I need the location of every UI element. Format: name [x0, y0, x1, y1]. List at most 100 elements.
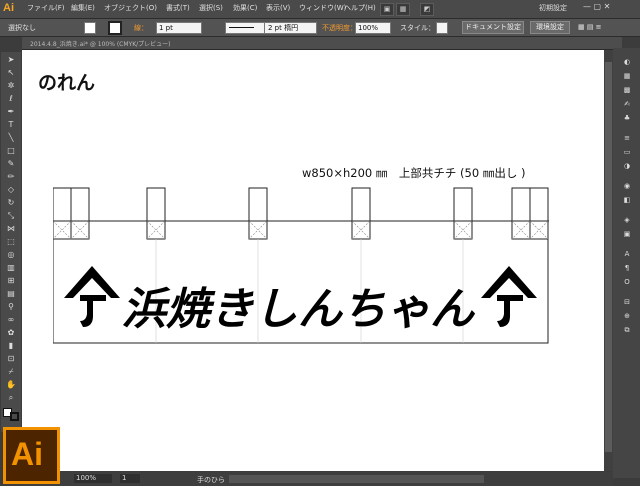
slice-tool-icon[interactable]: ⌿	[3, 366, 19, 378]
appearance-panel-icon[interactable]: ◉	[622, 182, 632, 190]
document-setup-button[interactable]: ドキュメント設定	[462, 21, 524, 34]
graphic-style-swatch[interactable]	[436, 22, 448, 34]
direct-selection-tool-icon[interactable]: ↖	[3, 67, 19, 79]
menu-bar: Ai ファイル(F) 編集(E) オブジェクト(O) 書式(T) 選択(S) 効…	[0, 0, 640, 19]
style-label: スタイル：	[400, 24, 435, 32]
eraser-tool-icon[interactable]: ◇	[3, 184, 19, 196]
menu-object[interactable]: オブジェクト(O)	[104, 3, 157, 13]
document-tab-title: 2014.4.8_浜焼き.ai* @ 100% (CMYK/プレビュー)	[30, 41, 171, 48]
artboards-panel-icon[interactable]: ▣	[622, 230, 632, 238]
menu-edit[interactable]: 編集(E)	[71, 3, 95, 13]
rectangle-tool-icon[interactable]: □	[3, 145, 19, 157]
stroke-label[interactable]: 線：	[134, 23, 148, 33]
loop-2	[146, 187, 166, 240]
layers-panel-icon[interactable]: ◈	[622, 216, 632, 224]
bridge-icon[interactable]: ▣	[380, 3, 394, 16]
vertical-scroll-thumb[interactable]	[605, 62, 612, 452]
lasso-tool-icon[interactable]: ℓ	[3, 93, 19, 105]
opacity-field[interactable]: 100%	[355, 22, 391, 34]
artboard-tool-icon[interactable]: ⊡	[3, 353, 19, 365]
graph-tool-icon[interactable]: ▮	[3, 340, 19, 352]
noren-artwork[interactable]: 浜焼きしんちゃん	[53, 186, 549, 344]
zoom-tool-icon[interactable]: ⌕	[3, 392, 19, 404]
menu-window[interactable]: ウィンドウ(W)	[299, 3, 346, 13]
loop-stitching	[53, 220, 549, 240]
left-crest-emblem	[64, 266, 120, 327]
paintbrush-tool-icon[interactable]: ✎	[3, 158, 19, 170]
color-guide-panel-icon[interactable]: ▦	[622, 72, 632, 80]
menu-help[interactable]: ヘルプ(H)	[344, 3, 376, 13]
loop-6	[511, 187, 549, 240]
horizontal-scrollbar[interactable]	[229, 475, 484, 483]
brush-definition[interactable]: 2 pt 楕円	[264, 22, 317, 34]
width-tool-icon[interactable]: ⋈	[3, 223, 19, 235]
vertical-scrollbar[interactable]	[604, 50, 613, 471]
magic-wand-tool-icon[interactable]: ✲	[3, 80, 19, 92]
selection-tool-icon[interactable]: ➤	[3, 54, 19, 66]
menu-file[interactable]: ファイル(F)	[27, 3, 65, 13]
status-bar: 100% 1 手のひら	[22, 472, 613, 486]
loop-3	[248, 187, 268, 240]
graphic-styles-panel-icon[interactable]: ◧	[622, 196, 632, 204]
document-tab[interactable]: 2014.4.8_浜焼き.ai* @ 100% (CMYK/プレビュー)	[22, 37, 622, 50]
type-tool-icon[interactable]: T	[3, 119, 19, 131]
stroke-weight-field[interactable]: 1 pt	[156, 22, 202, 34]
preferences-button[interactable]: 環境設定	[530, 21, 570, 34]
transform-panel-icon[interactable]: ⊕	[622, 312, 632, 320]
artwork-spec-text: w850×h200 ㎜ 上部共チチ (50 ㎜出し )	[302, 166, 526, 180]
rotate-tool-icon[interactable]: ↻	[3, 197, 19, 209]
menu-view[interactable]: 表示(V)	[266, 3, 290, 13]
arrange-documents-icon[interactable]: ▦	[396, 3, 410, 16]
blend-tool-icon[interactable]: ∞	[3, 314, 19, 326]
control-icons[interactable]: ▦ ▤ ≡	[578, 23, 602, 31]
hand-tool-icon[interactable]: ✋	[3, 379, 19, 391]
character-panel-icon[interactable]: A	[622, 250, 632, 258]
fill-swatch[interactable]	[84, 22, 96, 34]
loop-1	[53, 187, 90, 240]
line-tool-icon[interactable]: ╲	[3, 132, 19, 144]
perspective-tool-icon[interactable]: ▥	[3, 262, 19, 274]
loop-4	[351, 187, 371, 240]
transparency-panel-icon[interactable]: ◑	[622, 162, 632, 170]
right-crest-emblem	[481, 266, 537, 327]
stroke-panel-icon[interactable]: ≡	[622, 134, 632, 142]
opentype-panel-icon[interactable]: O	[622, 278, 632, 286]
scale-tool-icon[interactable]: ⤡	[3, 210, 19, 222]
screen-mode-icon[interactable]: ◩	[420, 3, 434, 16]
tools-panel: ➤ ↖ ✲ ℓ ✒ T ╲ □ ✎ ✏ ◇ ↻ ⤡ ⋈ ⬚ ◎ ▥ ⊞ ▤ ⚲ …	[1, 52, 21, 432]
paragraph-panel-icon[interactable]: ¶	[622, 264, 632, 272]
opacity-label[interactable]: 不透明度：	[322, 23, 357, 33]
pathfinder-panel-icon[interactable]: ⧉	[622, 326, 632, 334]
shape-builder-tool-icon[interactable]: ◎	[3, 249, 19, 261]
loop-5	[453, 187, 473, 240]
gradient-panel-icon[interactable]: ▭	[622, 148, 632, 156]
artwork-title: のれん	[38, 72, 96, 94]
mesh-tool-icon[interactable]: ⊞	[3, 275, 19, 287]
gradient-tool-icon[interactable]: ▤	[3, 288, 19, 300]
menu-effect[interactable]: 効果(C)	[233, 3, 257, 13]
workspace-switcher[interactable]: 初期設定	[539, 3, 567, 13]
color-panel-icon[interactable]: ◐	[622, 58, 632, 66]
symbol-sprayer-tool-icon[interactable]: ✿	[3, 327, 19, 339]
menu-type[interactable]: 書式(T)	[166, 3, 190, 13]
stroke-color-icon[interactable]	[10, 412, 19, 421]
selection-status: 選択なし	[8, 24, 36, 32]
panel-dock: ◐ ▦ ▩ ✍ ♣ ≡ ▭ ◑ ◉ ◧ ◈ ▣ A ¶ O ⊟ ⊕ ⧉	[613, 48, 640, 478]
control-bar: 選択なし 線： 1 pt 均等 2 pt 楕円 不透明度： 100% スタイル：…	[0, 19, 640, 37]
pencil-tool-icon[interactable]: ✏	[3, 171, 19, 183]
pen-tool-icon[interactable]: ✒	[3, 106, 19, 118]
brushes-panel-icon[interactable]: ✍	[622, 100, 632, 108]
window-controls[interactable]: — ▢ ✕	[583, 2, 610, 11]
illustrator-badge-logo: Ai	[3, 427, 60, 484]
menu-select[interactable]: 選択(S)	[199, 3, 223, 13]
symbols-panel-icon[interactable]: ♣	[622, 114, 632, 122]
zoom-level-field[interactable]: 100%	[74, 474, 112, 483]
artboard-number-field[interactable]: 1	[120, 474, 140, 483]
free-transform-tool-icon[interactable]: ⬚	[3, 236, 19, 248]
eyedropper-tool-icon[interactable]: ⚲	[3, 301, 19, 313]
illustrator-badge-text: Ai	[11, 436, 43, 472]
app-logo: Ai	[3, 2, 14, 14]
align-panel-icon[interactable]: ⊟	[622, 298, 632, 306]
stroke-swatch[interactable]	[108, 21, 122, 35]
swatches-panel-icon[interactable]: ▩	[622, 86, 632, 94]
